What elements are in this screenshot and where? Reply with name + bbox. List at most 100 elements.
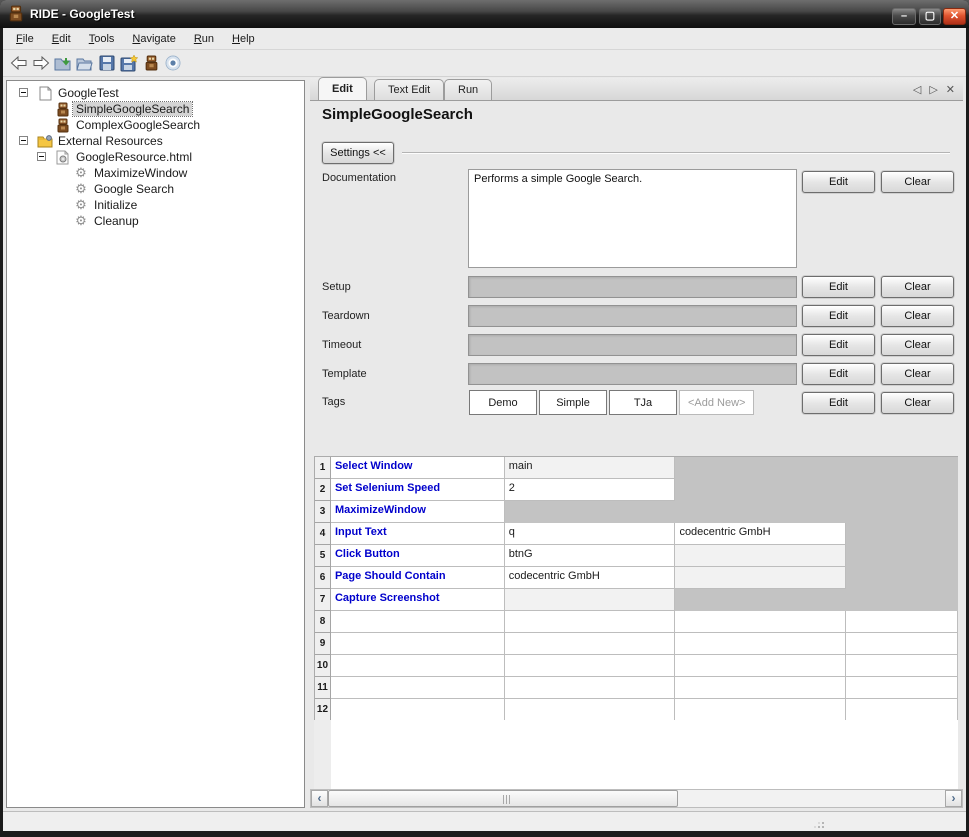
setup-edit-button[interactable]: Edit	[802, 276, 875, 298]
save-all-icon[interactable]	[118, 52, 140, 74]
grid-cell[interactable]: main	[505, 457, 676, 479]
row-number[interactable]: 6	[315, 567, 331, 589]
tag[interactable]: Simple	[539, 390, 607, 415]
grid-cell[interactable]	[675, 501, 846, 523]
collapse-toggle-icon[interactable]	[19, 88, 28, 97]
tree-item-label[interactable]: Initialize	[91, 198, 140, 212]
tree-item-label[interactable]: MaximizeWindow	[91, 166, 190, 180]
suite-tree[interactable]: GoogleTest SimpleGoogleSearch ComplexGoogl…	[6, 80, 305, 808]
scroll-right-icon[interactable]: ›	[945, 790, 962, 807]
tab-close-icon[interactable]: ✕	[946, 83, 955, 96]
documentation-field[interactable]: Performs a simple Google Search.	[468, 169, 797, 268]
collapse-toggle-icon[interactable]	[19, 136, 28, 145]
grid-cell[interactable]	[505, 655, 676, 677]
open-directory-icon[interactable]	[74, 52, 96, 74]
grid-cell[interactable]	[505, 611, 676, 633]
grid-cell[interactable]	[505, 699, 676, 721]
grid-cell[interactable]	[846, 545, 958, 567]
template-clear-button[interactable]: Clear	[881, 363, 954, 385]
grid-cell[interactable]	[846, 633, 958, 655]
setup-clear-button[interactable]: Clear	[881, 276, 954, 298]
grid-cell[interactable]	[846, 501, 958, 523]
tree-item-label[interactable]: GoogleTest	[55, 86, 122, 100]
scrollbar-thumb[interactable]	[328, 790, 678, 807]
tree-item-label[interactable]: GoogleResource.html	[73, 150, 195, 164]
grid-cell[interactable]	[846, 677, 958, 699]
grid-cell[interactable]	[331, 677, 505, 699]
row-number[interactable]: 3	[315, 501, 331, 523]
add-new-tag[interactable]: <Add New>	[679, 390, 754, 415]
grid-cell[interactable]	[675, 699, 846, 721]
grid-cell[interactable]	[846, 611, 958, 633]
row-number[interactable]: 10	[315, 655, 331, 677]
close-button[interactable]: ✕	[943, 8, 966, 25]
grid-cell[interactable]	[675, 545, 846, 567]
timeout-edit-button[interactable]: Edit	[802, 334, 875, 356]
tab-run[interactable]: Run	[444, 79, 492, 100]
grid-cell[interactable]	[675, 655, 846, 677]
tree-item-label[interactable]: ComplexGoogleSearch	[73, 118, 203, 132]
tag[interactable]: TJa	[609, 390, 677, 415]
grid-cell[interactable]: Input Text	[331, 523, 505, 545]
tree-item-label[interactable]: SimpleGoogleSearch	[73, 102, 192, 116]
grid-cell[interactable]	[846, 567, 958, 589]
tree-item-maximizewindow[interactable]: ⚙MaximizeWindow	[7, 165, 304, 181]
grid-cell[interactable]	[675, 567, 846, 589]
save-icon[interactable]	[96, 52, 118, 74]
grid-cell[interactable]	[331, 633, 505, 655]
minimize-button[interactable]: –	[892, 8, 916, 25]
grid-cell[interactable]	[675, 479, 846, 501]
grid-cell[interactable]: codecentric GmbH	[675, 523, 846, 545]
grid-cell[interactable]	[846, 589, 958, 611]
documentation-clear-button[interactable]: Clear	[881, 171, 954, 193]
open-suite-icon[interactable]	[52, 52, 74, 74]
grid-cell[interactable]	[846, 457, 958, 479]
grid-cell[interactable]	[846, 523, 958, 545]
settings-toggle-button[interactable]: Settings <<	[322, 142, 394, 164]
row-number[interactable]: 1	[315, 457, 331, 479]
tab-edit[interactable]: Edit	[318, 77, 367, 100]
grid-cell[interactable]	[505, 501, 676, 523]
tree-item-simplegooglesearch[interactable]: SimpleGoogleSearch	[7, 101, 304, 117]
resize-grip-icon[interactable]	[816, 820, 826, 830]
documentation-edit-button[interactable]: Edit	[802, 171, 875, 193]
row-number[interactable]: 11	[315, 677, 331, 699]
grid-cell[interactable]: q	[505, 523, 676, 545]
title-bar[interactable]: RIDE - GoogleTest – ▢ ✕	[0, 0, 969, 28]
row-number[interactable]: 4	[315, 523, 331, 545]
grid-cell[interactable]: Click Button	[331, 545, 505, 567]
tree-item-label[interactable]: Google Search	[91, 182, 177, 196]
tab-text-edit[interactable]: Text Edit	[374, 79, 444, 100]
tags-clear-button[interactable]: Clear	[881, 392, 954, 414]
go-back-icon[interactable]	[8, 52, 30, 74]
grid-cell[interactable]	[331, 655, 505, 677]
grid-cell[interactable]	[675, 589, 846, 611]
grid-cell[interactable]	[846, 479, 958, 501]
keyword-grid[interactable]: 1Select Windowmain2Set Selenium Speed23M…	[314, 456, 958, 721]
maximize-button[interactable]: ▢	[919, 8, 941, 25]
grid-cell[interactable]: codecentric GmbH	[505, 567, 676, 589]
tree-item-googleresource-html[interactable]: GoogleResource.html	[7, 149, 304, 165]
collapse-toggle-icon[interactable]	[37, 152, 46, 161]
grid-cell[interactable]	[505, 677, 676, 699]
tree-item-label[interactable]: External Resources	[55, 134, 166, 148]
tree-item-label[interactable]: Cleanup	[91, 214, 142, 228]
robot-icon[interactable]	[140, 52, 162, 74]
menu-navigate[interactable]: Navigate	[123, 30, 184, 48]
tree-item-googletest[interactable]: GoogleTest	[7, 85, 304, 101]
grid-cell[interactable]: Select Window	[331, 457, 505, 479]
grid-cell[interactable]	[846, 699, 958, 721]
grid-cell[interactable]	[505, 589, 676, 611]
row-number[interactable]: 7	[315, 589, 331, 611]
tab-scroll-left-icon[interactable]: ◁	[913, 83, 921, 96]
timeout-clear-button[interactable]: Clear	[881, 334, 954, 356]
row-number[interactable]: 9	[315, 633, 331, 655]
tags-edit-button[interactable]: Edit	[802, 392, 875, 414]
grid-cell[interactable]	[505, 633, 676, 655]
tree-item-initialize[interactable]: ⚙Initialize	[7, 197, 304, 213]
grid-cell[interactable]: MaximizeWindow	[331, 501, 505, 523]
scroll-left-icon[interactable]: ‹	[311, 790, 328, 807]
horizontal-scrollbar[interactable]: ‹ ›	[310, 789, 963, 808]
grid-cell[interactable]: Page Should Contain	[331, 567, 505, 589]
go-forward-icon[interactable]	[30, 52, 52, 74]
